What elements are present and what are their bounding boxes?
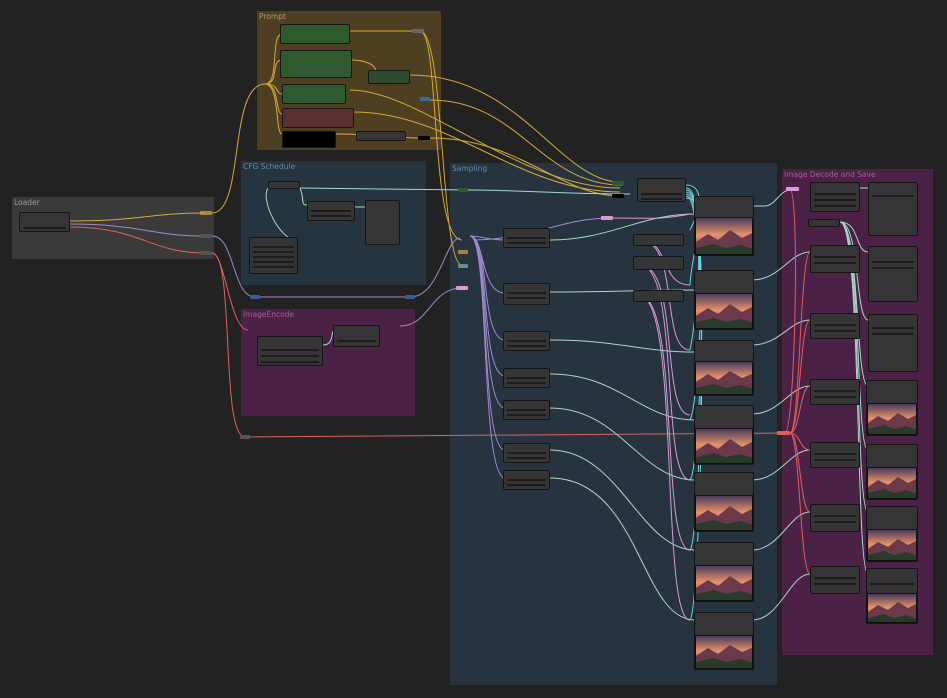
clip-text-positive-2[interactable]: [280, 50, 352, 78]
image-preview-icon: [695, 635, 753, 669]
prompt-aux-node[interactable]: [356, 131, 406, 141]
preview-node-5[interactable]: [694, 472, 754, 532]
node-widget[interactable]: [23, 227, 66, 229]
reroute-decode-latent[interactable]: [786, 187, 799, 191]
text-output-node[interactable]: [282, 131, 336, 148]
reroute-sampling-1[interactable]: [458, 250, 468, 254]
preview-node-6[interactable]: [694, 542, 754, 602]
ksampler-6[interactable]: [503, 443, 550, 463]
image-preview-icon: [695, 428, 753, 464]
vae-decode-7[interactable]: [810, 566, 860, 594]
clip-text-positive-1[interactable]: [280, 24, 350, 44]
save-image-6[interactable]: [866, 506, 918, 562]
cfg-schedule-node[interactable]: [307, 201, 355, 221]
cfg-list-node[interactable]: [249, 237, 298, 274]
reroute-vae[interactable]: [200, 251, 212, 255]
reroute-sampling-2[interactable]: [458, 264, 468, 268]
image-preview-icon: [867, 529, 917, 561]
ksampler-1[interactable]: [503, 228, 550, 248]
reroute-prompt-1[interactable]: [412, 29, 424, 33]
vae-decode-3[interactable]: [810, 313, 860, 339]
reroute-sampling-model[interactable]: [458, 188, 468, 192]
vae-decode-aux[interactable]: [808, 219, 840, 227]
clip-text-negative[interactable]: [282, 108, 354, 128]
save-image-4[interactable]: [866, 380, 918, 436]
wire-vae-encode: [211, 252, 249, 331]
reroute-model[interactable]: [200, 211, 212, 215]
preview-node-1[interactable]: [694, 196, 754, 256]
wire-clip-prompt-4: [264, 83, 283, 115]
save-image-3[interactable]: [868, 314, 918, 372]
ksampler-2[interactable]: [503, 283, 550, 305]
reroute-vae-encode[interactable]: [240, 435, 250, 439]
save-image-5[interactable]: [866, 444, 918, 500]
ksampler-3[interactable]: [503, 331, 550, 351]
reroute-prompt-2[interactable]: [420, 97, 430, 101]
vae-decode-1[interactable]: [810, 182, 860, 212]
reroute-clip[interactable]: [200, 234, 212, 238]
wire-layer: [69, 30, 869, 621]
vae-encode-node[interactable]: [333, 325, 380, 347]
image-preview-icon: [695, 565, 753, 601]
vae-decode-5[interactable]: [810, 442, 860, 468]
reroute-sampling-neg[interactable]: [612, 194, 624, 198]
latent-batch-1[interactable]: [633, 234, 684, 246]
landscape-thumbnail: [696, 218, 752, 254]
preview-node-3[interactable]: [694, 340, 754, 396]
latent-batch-3[interactable]: [633, 290, 684, 302]
cfg-value-node[interactable]: [268, 181, 300, 189]
checkpoint-loader-node[interactable]: [19, 212, 70, 232]
preview-node-7[interactable]: [694, 612, 754, 670]
reroute-latent-1[interactable]: [456, 286, 468, 290]
reroute-cfg-1[interactable]: [250, 295, 260, 299]
wire-clip: [69, 223, 206, 237]
wire-model-prompt: [211, 83, 266, 214]
reroute-cfg-2[interactable]: [405, 295, 415, 299]
preview-node-4[interactable]: [694, 405, 754, 465]
conditioning-combine-node[interactable]: [368, 70, 410, 84]
wire-clip-prompt-5: [264, 83, 283, 135]
reroute-sampling-cond[interactable]: [612, 181, 624, 185]
reroute-decode-vae[interactable]: [777, 431, 790, 435]
reroute-prompt-3[interactable]: [418, 136, 430, 140]
load-image-node[interactable]: [257, 336, 323, 366]
image-preview-icon: [867, 467, 917, 499]
ksampler-7[interactable]: [503, 470, 550, 490]
wire-vae: [69, 226, 206, 254]
image-preview-icon: [695, 293, 753, 329]
vae-decode-4[interactable]: [810, 379, 860, 405]
image-preview-icon: [695, 361, 753, 395]
vae-decode-2[interactable]: [810, 245, 860, 273]
ksampler-5[interactable]: [503, 400, 550, 420]
save-image-2[interactable]: [868, 246, 918, 302]
sampler-settings-node[interactable]: [637, 178, 686, 202]
vae-decode-6[interactable]: [810, 504, 860, 532]
reroute-latent-2[interactable]: [601, 216, 613, 220]
cfg-preview-node[interactable]: [365, 200, 400, 245]
latent-batch-2[interactable]: [633, 256, 684, 270]
image-preview-icon: [695, 495, 753, 531]
save-image-7[interactable]: [866, 568, 918, 624]
save-image-1[interactable]: [868, 182, 918, 236]
preview-node-2[interactable]: [694, 270, 754, 330]
image-preview-icon: [867, 593, 917, 623]
image-preview-icon: [695, 217, 753, 255]
wire-model: [69, 212, 206, 222]
ksampler-4[interactable]: [503, 368, 550, 388]
image-preview-icon: [867, 403, 917, 435]
clip-text-positive-3[interactable]: [282, 84, 346, 104]
node-graph-canvas[interactable]: Loader Prompt CFG Schedule ImageEncode S…: [0, 0, 947, 698]
